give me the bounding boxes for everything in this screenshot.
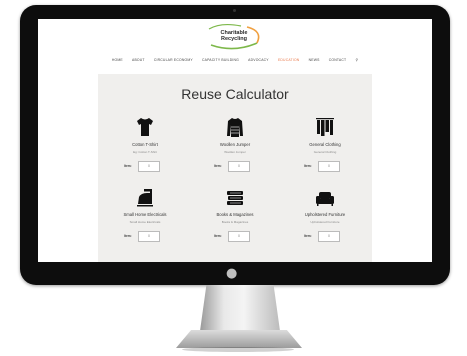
iron-icon: [137, 189, 153, 207]
item-name: Woollen Jumper: [219, 142, 251, 147]
nav-item-capacity-building[interactable]: CAPACITY BUILDING: [202, 58, 239, 62]
item-quantity-input[interactable]: 0: [228, 161, 250, 172]
reuse-calculator: Reuse Calculator Cotton T-Shirt Eg: Cott…: [98, 74, 372, 262]
item-name: Small Home Electricals: [123, 212, 167, 217]
search-icon[interactable]: ⚲: [355, 58, 358, 62]
item-quantity-label: Item:: [124, 164, 132, 168]
nav-item-education[interactable]: EDUCATION: [278, 58, 300, 62]
item-quantity-label: Item:: [214, 164, 222, 168]
item-name: Upholstered Furniture: [304, 212, 346, 217]
item-name: Cotton T-Shirt: [132, 142, 158, 147]
item-name: Books & Magazines: [216, 212, 254, 217]
calc-item-upholstered-furniture: Upholstered Furniture Upholstered Furnit…: [280, 186, 370, 262]
item-subtitle: Small Home Electricals: [129, 220, 161, 224]
clothing-rack-icon: [316, 118, 334, 136]
site-header: Charitable Recycling HOME ABOUT CIRCULAR…: [38, 19, 432, 69]
item-subtitle: Woollen Jumper: [224, 150, 246, 154]
jumper-icon: [227, 118, 243, 137]
calc-item-woollen-jumper: Woollen Jumper Woollen Jumper Item: 0: [190, 116, 280, 196]
tshirt-icon: [137, 118, 153, 136]
item-quantity-input[interactable]: 0: [228, 231, 250, 242]
item-subtitle: Eg: Cotton T-Shirt: [133, 150, 157, 154]
item-subtitle: Upholstered Furniture: [310, 220, 340, 224]
item-subtitle: Books & Magazines: [221, 220, 249, 224]
item-quantity-input[interactable]: 0: [138, 231, 160, 242]
calc-item-general-clothing: General Clothing General Clothing Item: …: [280, 116, 370, 196]
item-quantity-input[interactable]: 0: [318, 231, 340, 242]
site-logo[interactable]: Charitable Recycling: [201, 23, 267, 51]
nav-item-news[interactable]: NEWS: [309, 58, 320, 62]
item-quantity-label: Item:: [214, 234, 222, 238]
item-quantity-label: Item:: [124, 234, 132, 238]
main-nav: HOME ABOUT CIRCULAR ECONOMY CAPACITY BUI…: [38, 58, 432, 62]
camera-icon: [233, 9, 236, 12]
imac-monitor: Charitable Recycling HOME ABOUT CIRCULAR…: [20, 5, 450, 285]
item-quantity-input[interactable]: 0: [138, 161, 160, 172]
calc-item-cotton-tshirt: Cotton T-Shirt Eg: Cotton T-Shirt Item: …: [100, 116, 190, 196]
calculator-title: Reuse Calculator: [181, 86, 289, 102]
calc-item-books-magazines: Books & Magazines Books & Magazines Item…: [190, 186, 280, 262]
nav-item-advocacy[interactable]: ADVOCACY: [248, 58, 269, 62]
stand-shadow: [182, 347, 294, 352]
item-subtitle: General Clothing: [313, 150, 337, 154]
item-quantity-label: Item:: [304, 234, 312, 238]
item-quantity-input[interactable]: 0: [318, 161, 340, 172]
monitor-stand-base: [176, 330, 302, 348]
nav-item-contact[interactable]: CONTACT: [329, 58, 347, 62]
nav-item-home[interactable]: HOME: [112, 58, 123, 62]
nav-item-about[interactable]: ABOUT: [132, 58, 145, 62]
logo-text-line2: Recycling: [221, 36, 247, 42]
calc-item-small-home-electricals: Small Home Electricals Small Home Electr…: [100, 186, 190, 262]
item-quantity-label: Item:: [304, 164, 312, 168]
item-name: General Clothing: [309, 142, 341, 147]
nav-item-circular-economy[interactable]: CIRCULAR ECONOMY: [154, 58, 193, 62]
monitor-stand: [200, 285, 280, 331]
apple-logo-icon: ●: [226, 266, 238, 281]
screen: Charitable Recycling HOME ABOUT CIRCULAR…: [38, 19, 432, 262]
books-icon: [227, 191, 243, 205]
sofa-icon: [316, 192, 334, 206]
